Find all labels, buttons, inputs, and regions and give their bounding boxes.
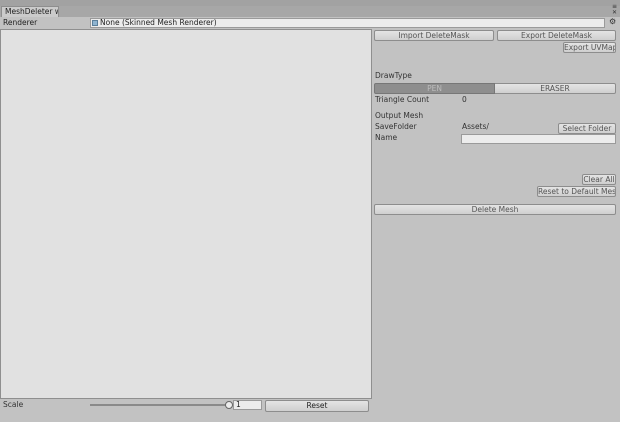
scale-slider-thumb[interactable] (225, 401, 233, 409)
renderer-value: None (Skinned Mesh Renderer) (100, 18, 217, 27)
mesh-preview-viewport[interactable] (0, 29, 372, 399)
scale-slider-track[interactable] (90, 404, 230, 406)
gear-icon[interactable]: ⚙ (609, 17, 616, 27)
renderer-label: Renderer (3, 18, 38, 27)
triangle-count-label: Triangle Count (375, 95, 430, 104)
scale-label: Scale (3, 400, 24, 409)
import-deletemask-button[interactable]: Import DeleteMask (374, 30, 494, 41)
renderer-object-field[interactable]: None (Skinned Mesh Renderer) (90, 18, 605, 28)
reset-scale-button[interactable]: Reset (265, 400, 369, 412)
tab-meshdeleter[interactable]: MeshDeleter wi (1, 6, 59, 17)
skinned-mesh-icon (92, 20, 98, 26)
drawtype-eraser-toggle[interactable]: ERASER (495, 83, 616, 94)
clear-all-button[interactable]: Clear All (582, 174, 616, 185)
scale-value-field[interactable]: 1 (233, 400, 262, 410)
output-mesh-header: Output Mesh (375, 111, 424, 120)
name-label: Name (375, 133, 398, 142)
export-uvmap-button[interactable]: Export UVMap (563, 42, 616, 53)
drawtype-pen-toggle[interactable]: PEN (374, 83, 495, 94)
drawtype-label: DrawType (375, 71, 412, 80)
delete-mesh-button[interactable]: Delete Mesh (374, 204, 616, 215)
save-folder-label: SaveFolder (375, 122, 417, 131)
export-deletemask-button[interactable]: Export DeleteMask (497, 30, 616, 41)
reset-to-default-mesh-button[interactable]: Reset to Default Mesh (537, 186, 616, 197)
tab-bar (0, 6, 620, 17)
select-folder-button[interactable]: Select Folder (558, 123, 616, 134)
triangle-count-value: 0 (462, 95, 467, 104)
close-icon[interactable]: ✕ (612, 10, 617, 16)
name-input[interactable] (461, 134, 616, 144)
window-buttons: ≡ ✕ (612, 4, 617, 16)
save-folder-value: Assets/ (462, 122, 489, 131)
